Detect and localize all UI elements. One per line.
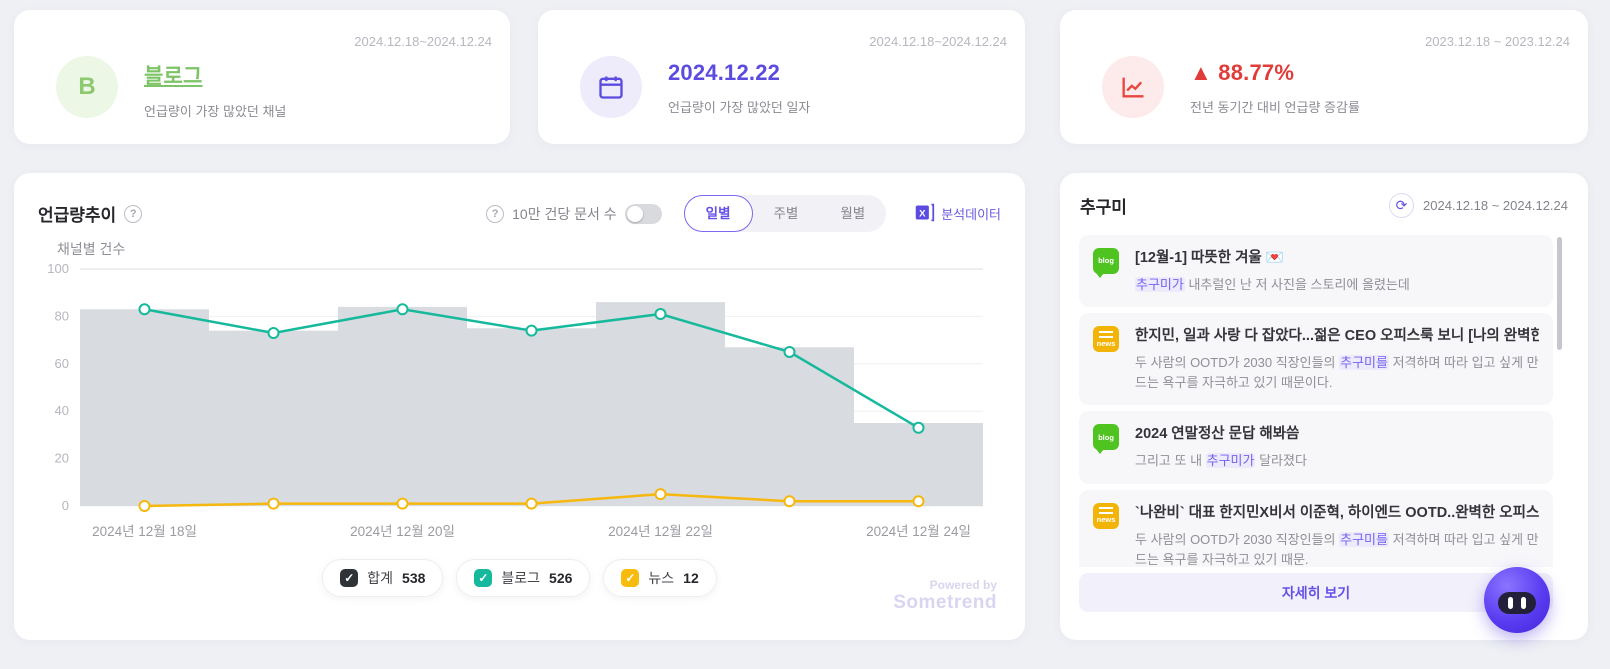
svg-text:2024년 12월 24일: 2024년 12월 24일	[866, 524, 971, 539]
feed-item[interactable]: news `나완비` 대표 한지민X비서 이준혁, 하이엔드 OOTD..완벽한…	[1079, 489, 1553, 567]
top-channel-value[interactable]: 블로그	[144, 60, 286, 90]
assistant-fab-button[interactable]	[1484, 567, 1550, 633]
checkbox-icon: ✓	[621, 569, 640, 587]
blog-channel-icon: B	[56, 56, 118, 118]
feed-item-desc: 두 사람의 OOTD가 2030 직장인들의 추구미를 저격하며 따라 입고 싶…	[1135, 355, 1539, 391]
card-date-range: 2023.12.18 ~ 2023.12.24	[1425, 34, 1570, 49]
feed-item-title: [12월-1] 따뜻한 겨울 💌	[1135, 250, 1284, 266]
yoy-change-card: 2023.12.18 ~ 2023.12.24 ▲ 88.77% 전년 동기간 …	[1060, 10, 1588, 144]
scrollbar-thumb[interactable]	[1557, 237, 1562, 350]
feed-item[interactable]: blog 2024 연말정산 문답 해봐씀 그리고 또 내 추구미가 달라졌다	[1079, 411, 1553, 484]
news-channel-icon: news	[1093, 502, 1119, 529]
blog-channel-icon: blog	[1093, 424, 1119, 455]
top-channel-card: 2024.12.18~2024.12.24 B 블로그 언급량이 가장 많았던 …	[14, 10, 510, 144]
top-channel-caption: 언급량이 가장 많았던 채널	[144, 104, 287, 119]
export-label: 분석데이터	[941, 207, 1001, 222]
svg-text:80: 80	[55, 308, 69, 323]
legend-count: 526	[549, 570, 573, 586]
svg-text:100: 100	[47, 261, 69, 276]
tab-monthly[interactable]: 월별	[819, 196, 886, 231]
svg-text:0: 0	[62, 498, 69, 513]
news-channel-icon: news	[1093, 326, 1119, 353]
yoy-change-caption: 전년 동기간 대비 언급량 증감률	[1190, 100, 1360, 115]
legend-label: 뉴스	[648, 570, 675, 586]
feed-item-desc: 그리고 또 내 추구미가 달라졌다	[1135, 453, 1307, 469]
keyword-highlight: 추구미를	[1339, 355, 1389, 371]
legend-pill[interactable]: ✓ 합계 538	[322, 559, 444, 597]
feed-title: 추구미	[1080, 198, 1127, 217]
calendar-icon	[580, 56, 642, 118]
legend-label: 합계	[367, 570, 394, 586]
top-date-value: 2024.12.22	[668, 60, 781, 85]
feed-date-range: 2024.12.18 ~ 2024.12.24	[1423, 198, 1568, 213]
help-icon[interactable]: ?	[124, 204, 143, 223]
tab-daily[interactable]: 일별	[683, 195, 753, 232]
help-icon[interactable]: ?	[486, 204, 505, 223]
feed-item-title: 한지민, 일과 사랑 다 잡았다...젊은 CEO 오피스룩 보니 [나의 완벽…	[1135, 328, 1539, 345]
checkbox-icon: ✓	[474, 569, 493, 587]
trend-chart-svg: 0 20 40 60 80 100 2024년 12월 18일 2024년 12월 20일 20…	[47, 261, 983, 539]
refresh-icon[interactable]: ⟳	[1389, 193, 1415, 218]
feed-item-desc: 두 사람의 OOTD가 2030 직장인들의 추구미를 저격하며 따라 입고 싶…	[1135, 531, 1539, 567]
svg-text:60: 60	[55, 356, 69, 371]
tab-weekly[interactable]: 주별	[753, 196, 820, 231]
legend-count: 538	[402, 570, 426, 586]
sometrend-watermark: Powered by Sometrend	[893, 578, 997, 613]
blog-channel-icon: blog	[1093, 248, 1119, 278]
legend-pill[interactable]: ✓ 뉴스 12	[603, 559, 717, 597]
feed-item-title: 2024 연말정산 문답 해봐씀	[1135, 426, 1300, 443]
yoy-change-value: ▲ 88.77%	[1190, 60, 1295, 85]
card-date-range: 2024.12.18~2024.12.24	[869, 34, 1007, 49]
legend-pill[interactable]: ✓ 블로그 526	[456, 559, 591, 597]
blog-channel-icon-letter: B	[78, 73, 96, 100]
granularity-tabs: 일별 주별 월별	[683, 195, 887, 232]
feed-item[interactable]: blog [12월-1] 따뜻한 겨울 💌 추구미가 내추럴인 난 저 사진을 …	[1079, 235, 1553, 308]
chart-legend: ✓ 합계 538 ✓ 블로그 526 ✓ 뉴스 12	[14, 559, 1025, 597]
feed-item[interactable]: news 한지민, 일과 사랑 다 잡았다...젊은 CEO 오피스룩 보니 […	[1079, 313, 1553, 406]
card-date-range: 2024.12.18~2024.12.24	[354, 34, 492, 49]
svg-text:X: X	[919, 208, 926, 219]
toggle-knob	[626, 205, 643, 222]
trend-chart-icon	[1102, 56, 1164, 118]
per-100k-toggle[interactable]	[624, 203, 662, 224]
feed-item-title: `나완비` 대표 한지민X비서 이준혁, 하이엔드 OOTD..완벽한 오피스룩	[1135, 504, 1539, 521]
svg-text:20: 20	[55, 451, 69, 466]
robot-face-icon	[1498, 591, 1536, 614]
keyword-highlight: 추구미가	[1135, 277, 1185, 292]
export-excel-button[interactable]: X 분석데이터	[914, 202, 1001, 226]
svg-text:2024년 12월 22일: 2024년 12월 22일	[608, 524, 713, 539]
checkbox-icon: ✓	[340, 569, 359, 587]
per-100k-label: 10만 건당 문서 수	[512, 205, 617, 222]
legend-count: 12	[683, 570, 699, 586]
top-date-card: 2024.12.18~2024.12.24 2024.12.22 언급량이 가장…	[538, 10, 1025, 144]
feed-list: blog [12월-1] 따뜻한 겨울 💌 추구미가 내추럴인 난 저 사진을 …	[1079, 235, 1553, 567]
keyword-highlight: 추구미가	[1205, 453, 1256, 469]
excel-icon: X	[914, 202, 935, 226]
legend-label: 블로그	[501, 570, 541, 586]
keyword-highlight: 추구미를	[1339, 531, 1389, 547]
mention-trend-card: 언급량추이 ? ? 10만 건당 문서 수 일별 주별 월별 X 분석데이터 채…	[14, 173, 1025, 640]
svg-text:2024년 12월 20일: 2024년 12월 20일	[350, 524, 455, 539]
svg-text:40: 40	[55, 403, 69, 418]
feed-item-desc: 추구미가 내추럴인 난 저 사진을 스토리에 올렸는데	[1135, 277, 1410, 292]
section-title: 언급량추이	[38, 206, 117, 225]
top-date-caption: 언급량이 가장 많았던 일자	[668, 100, 811, 115]
svg-text:2024년 12월 18일: 2024년 12월 18일	[92, 524, 197, 539]
see-more-button[interactable]: 자세히 보기	[1079, 573, 1553, 612]
